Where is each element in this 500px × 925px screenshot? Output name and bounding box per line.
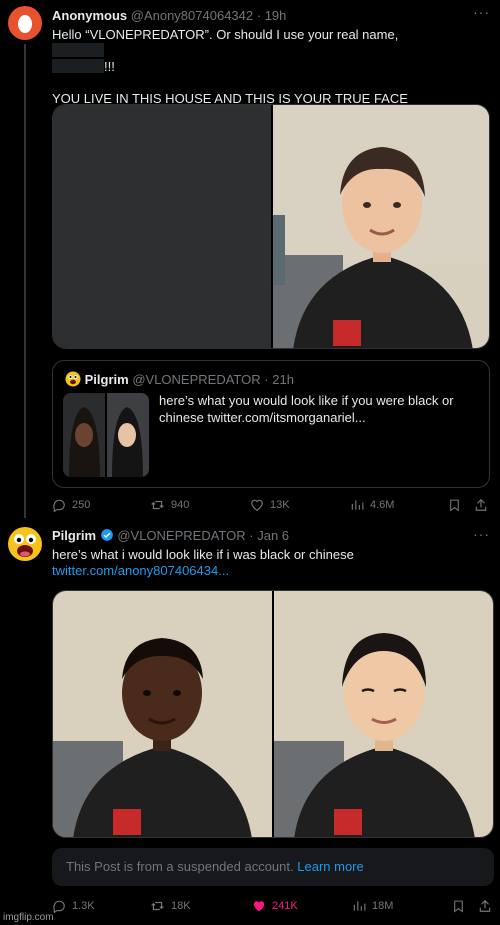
share-icon xyxy=(475,498,487,511)
like-button[interactable]: 13K xyxy=(250,498,290,512)
post-text-line1: Hello “VLONEPREDATOR”. Or should I use y… xyxy=(52,27,399,42)
redaction-bar xyxy=(52,43,104,57)
post-header: Anonymous @Anony8074064342 · 19h xyxy=(52,8,286,23)
quote-thumbnail-image xyxy=(63,393,149,477)
quote-header: Pilgrim @VLONEPREDATOR · 21h xyxy=(65,371,294,387)
quote-time[interactable]: 21h xyxy=(272,372,294,387)
anonymous-avatar[interactable] xyxy=(8,6,42,40)
like-count: 241K xyxy=(272,900,298,912)
like-icon xyxy=(251,499,263,511)
post-text-body: here’s what i would look like if i was b… xyxy=(52,547,354,562)
media-divider xyxy=(271,105,273,348)
media-divider xyxy=(272,591,274,837)
emoji-avatar-icon xyxy=(65,371,81,387)
author-name[interactable]: Anonymous xyxy=(52,8,127,23)
reply-button[interactable]: 1.3K xyxy=(52,899,95,913)
suspended-notice: This Post is from a suspended account. L… xyxy=(52,848,494,886)
views-icon xyxy=(353,901,366,911)
repost-icon xyxy=(151,901,164,911)
separator-dot: · xyxy=(256,8,262,23)
post-time[interactable]: Jan 6 xyxy=(257,528,289,543)
repost-button[interactable]: 18K xyxy=(150,899,191,913)
separator-dot: · xyxy=(249,528,254,543)
views-count: 4.6M xyxy=(370,499,395,511)
person-photo-image xyxy=(53,591,272,837)
post-time[interactable]: 19h xyxy=(265,8,287,23)
share-button[interactable] xyxy=(474,498,488,512)
reply-count: 250 xyxy=(72,499,91,511)
like-count: 13K xyxy=(270,499,290,511)
blank-photo[interactable] xyxy=(53,105,271,348)
bookmark-icon xyxy=(454,900,463,913)
repost-icon xyxy=(151,500,164,510)
post-anonymous[interactable]: Anonymous @Anony8074064342 · 19h ··· Hel… xyxy=(0,0,500,518)
share-button[interactable] xyxy=(478,899,492,913)
repost-button[interactable]: 940 xyxy=(150,498,189,512)
post-text: Hello “VLONEPREDATOR”. Or should I use y… xyxy=(52,27,452,107)
post-text-line2: !!! xyxy=(104,59,115,74)
like-button[interactable]: 241K xyxy=(252,899,298,913)
verified-badge-icon xyxy=(100,529,113,541)
post-media[interactable] xyxy=(52,104,490,349)
post-text: here’s what i would look like if i was b… xyxy=(52,547,482,579)
person-photo-image xyxy=(273,105,489,348)
learn-more-link[interactable]: Learn more xyxy=(297,859,363,874)
post-header: Pilgrim @VLONEPREDATOR · Jan 6 xyxy=(52,528,289,543)
bookmark-icon xyxy=(450,499,459,512)
quoted-post[interactable]: Pilgrim @VLONEPREDATOR · 21h here’s what… xyxy=(52,360,490,488)
emoji-avatar-icon xyxy=(8,527,42,561)
views-icon xyxy=(351,500,364,510)
bookmark-button[interactable] xyxy=(452,899,465,913)
reply-count: 1.3K xyxy=(72,900,95,912)
reply-icon xyxy=(53,900,65,913)
post-media[interactable] xyxy=(52,590,494,838)
suspended-text: This Post is from a suspended account. xyxy=(66,859,294,874)
more-options-button[interactable]: ··· xyxy=(473,526,490,542)
pilgrim-avatar[interactable] xyxy=(7,526,43,562)
watermark: imgflip.com xyxy=(3,912,54,923)
quote-author-handle[interactable]: @VLONEPREDATOR xyxy=(132,372,260,387)
views-button[interactable]: 4.6M xyxy=(350,498,394,512)
author-name[interactable]: Pilgrim xyxy=(52,528,96,543)
quote-text: here’s what you would look like if you w… xyxy=(159,393,454,425)
like-icon xyxy=(253,901,265,912)
views-count: 18M xyxy=(372,900,394,912)
repost-count: 940 xyxy=(171,499,190,511)
post-pilgrim[interactable]: Pilgrim @VLONEPREDATOR · Jan 6 ··· here’… xyxy=(0,518,500,925)
bookmark-button[interactable] xyxy=(448,498,461,512)
share-icon xyxy=(479,899,491,912)
author-handle[interactable]: @VLONEPREDATOR xyxy=(117,528,245,543)
views-button[interactable]: 18M xyxy=(352,899,393,913)
repost-count: 18K xyxy=(171,900,191,912)
redaction-bar xyxy=(52,59,104,73)
post-actions: 1.3K 18K 241K 18M xyxy=(52,899,492,917)
reply-button[interactable]: 250 xyxy=(52,498,90,512)
egg-icon xyxy=(18,15,32,33)
quote-thumbnail[interactable] xyxy=(63,393,149,477)
person-photo-image xyxy=(274,591,493,837)
post-actions: 250 940 13K 4.6M xyxy=(52,498,492,516)
photo-right[interactable] xyxy=(274,591,493,837)
quote-author-name[interactable]: Pilgrim xyxy=(85,372,129,387)
more-options-button[interactable]: ··· xyxy=(473,4,490,20)
separator-dot: · xyxy=(264,372,269,387)
photo-left[interactable] xyxy=(53,591,272,837)
reply-icon xyxy=(53,499,65,512)
thread-line xyxy=(24,44,26,518)
selfie-photo[interactable] xyxy=(273,105,489,348)
post-link[interactable]: twitter.com/anony807406434... xyxy=(52,563,482,579)
author-handle[interactable]: @Anony8074064342 xyxy=(131,8,253,23)
